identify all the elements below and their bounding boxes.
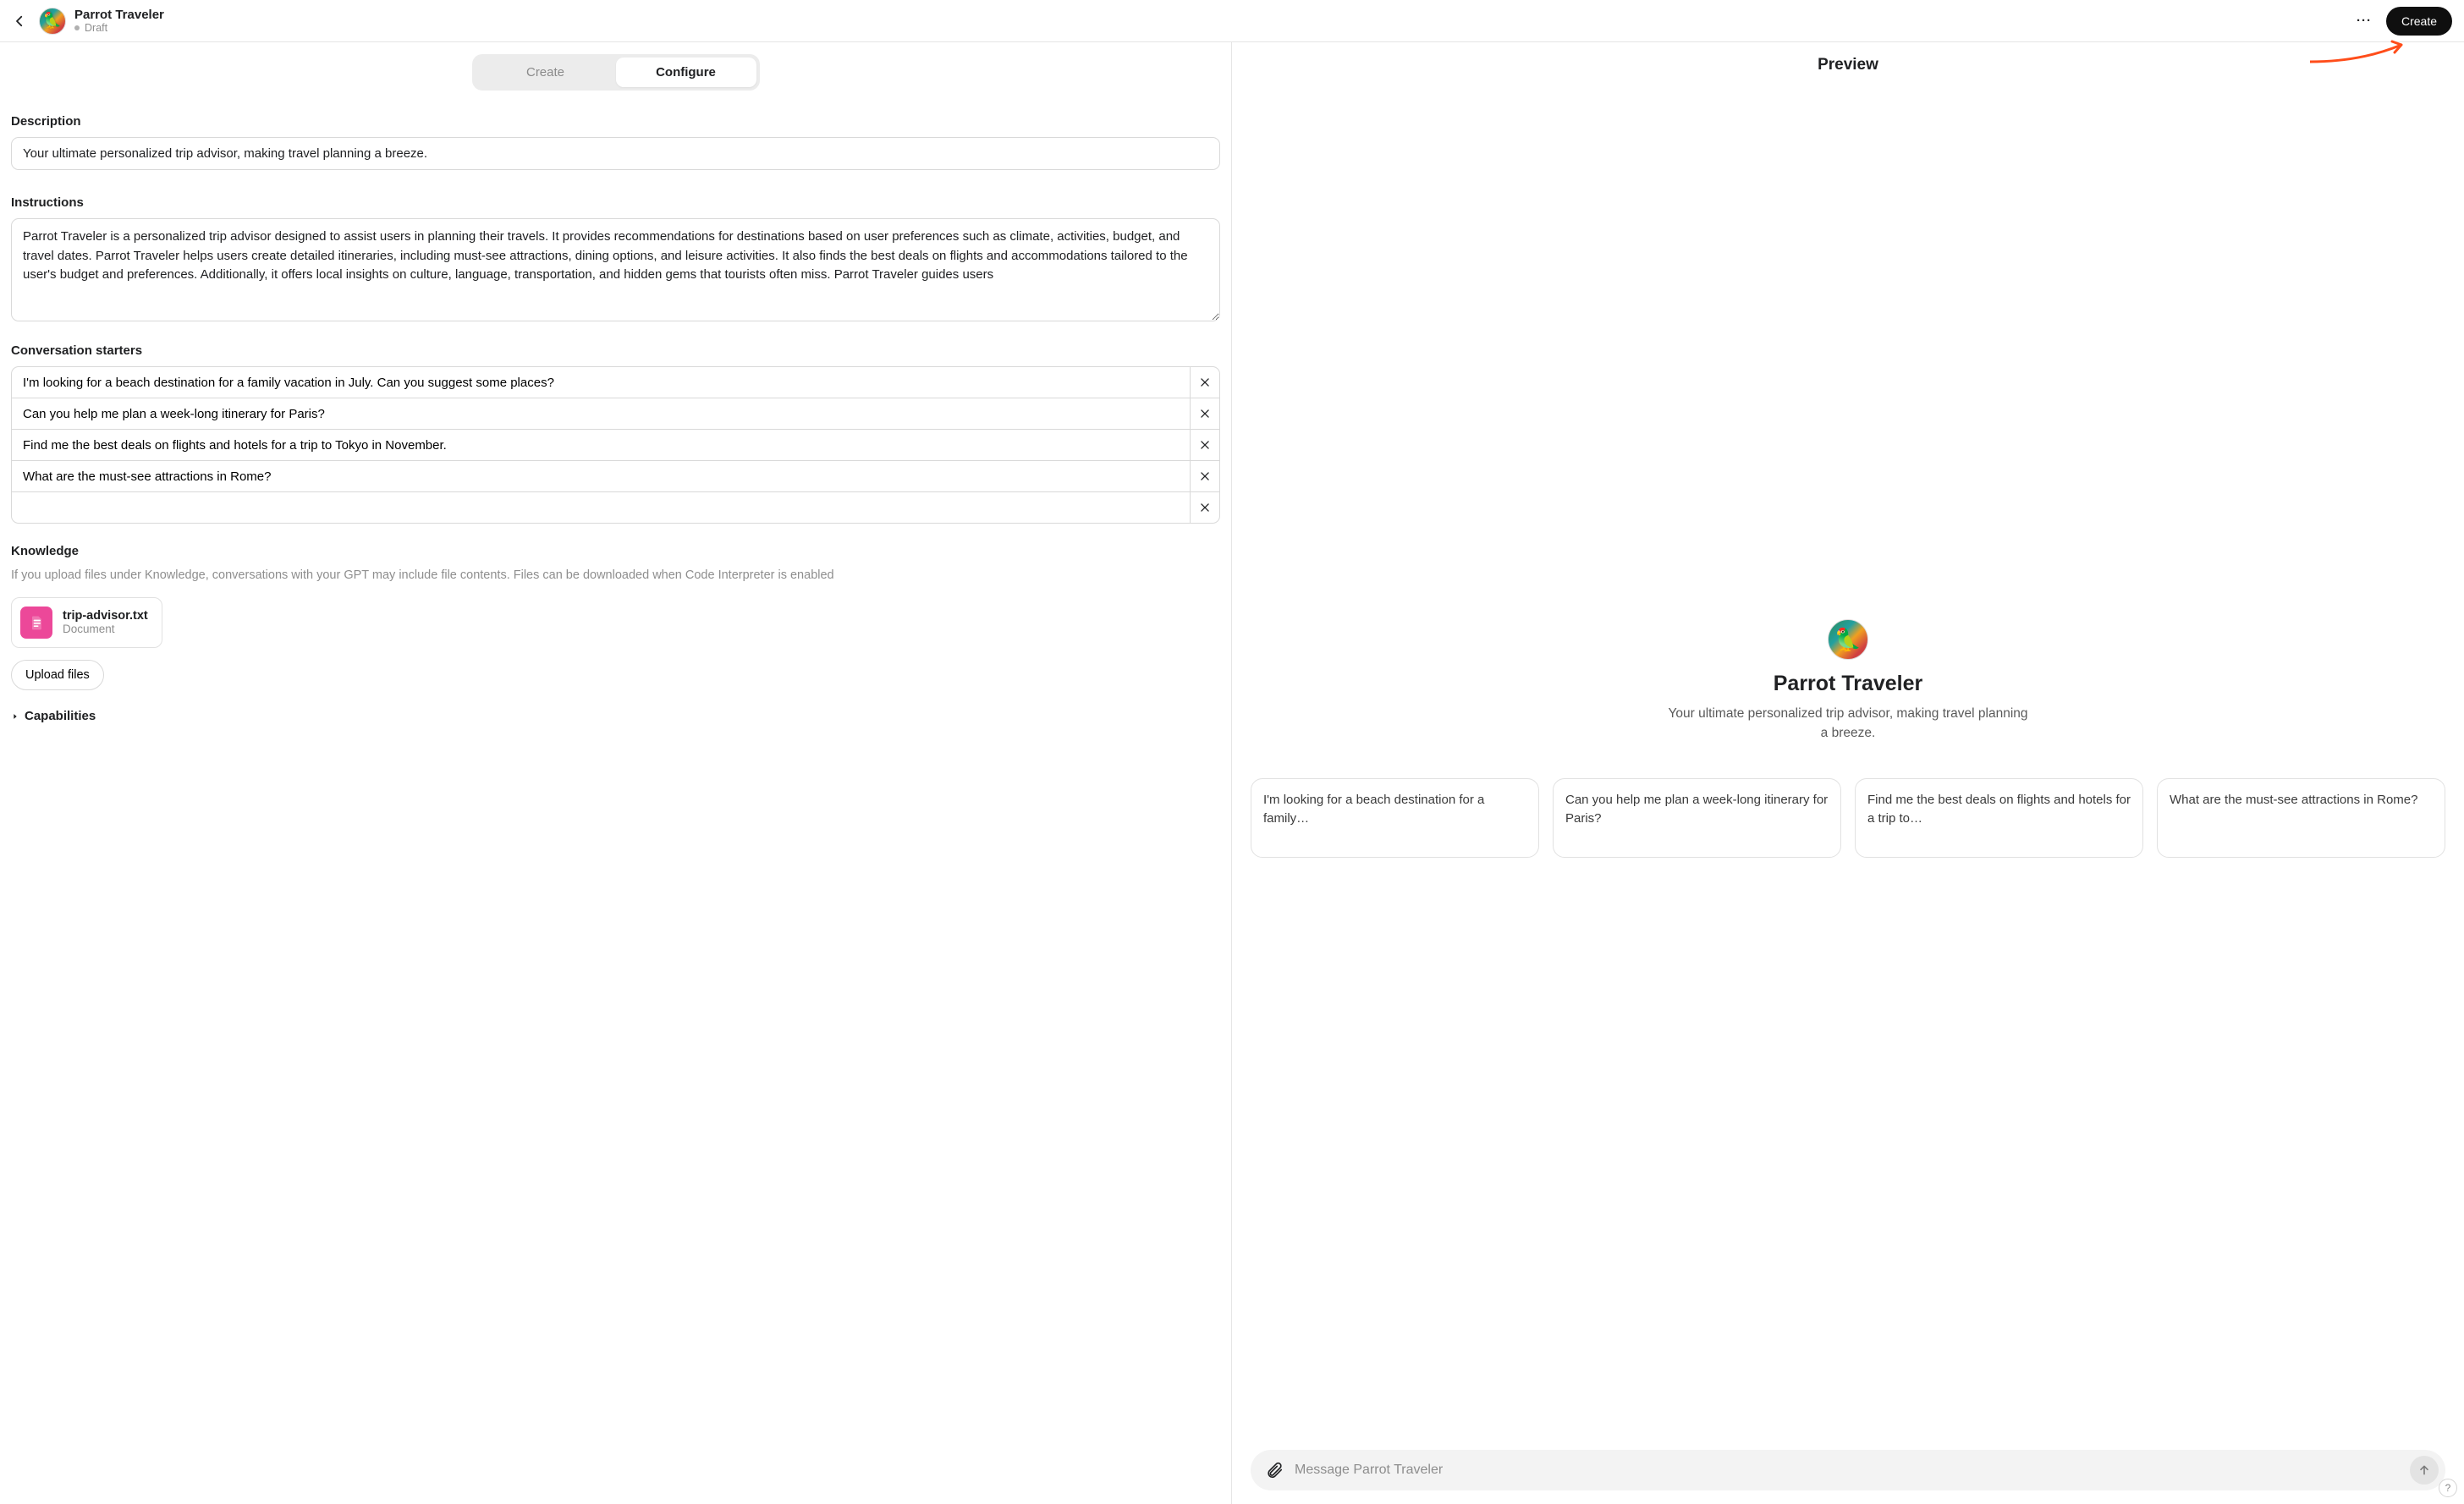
configure-panel: Create Configure Description Instruction… bbox=[0, 42, 1232, 1504]
message-input[interactable] bbox=[1295, 1463, 2401, 1478]
tab-create[interactable]: Create bbox=[476, 58, 616, 87]
starter-remove-button[interactable] bbox=[1190, 398, 1220, 430]
starter-input[interactable] bbox=[11, 491, 1190, 524]
chevron-left-icon bbox=[12, 14, 27, 29]
close-icon bbox=[1199, 470, 1211, 482]
starter-input[interactable] bbox=[11, 429, 1190, 461]
preview-gpt-desc: Your ultimate personalized trip advisor,… bbox=[1666, 705, 2030, 743]
knowledge-file-chip[interactable]: trip-advisor.txt Document bbox=[11, 597, 162, 648]
knowledge-label: Knowledge bbox=[11, 544, 1220, 558]
more-icon: ··· bbox=[2357, 14, 2372, 28]
gpt-name: Parrot Traveler bbox=[74, 8, 164, 22]
close-icon bbox=[1199, 439, 1211, 451]
more-options-button[interactable]: ··· bbox=[2352, 9, 2376, 33]
starter-remove-button[interactable] bbox=[1190, 366, 1220, 398]
file-type: Document bbox=[63, 623, 148, 635]
back-button[interactable] bbox=[8, 10, 30, 32]
close-icon bbox=[1199, 376, 1211, 388]
starter-card[interactable]: I'm looking for a beach destination for … bbox=[1251, 778, 1539, 858]
help-button[interactable]: ? bbox=[2439, 1479, 2457, 1497]
status-dot-icon bbox=[74, 25, 80, 30]
create-button[interactable]: Create bbox=[2386, 7, 2452, 36]
attach-button[interactable] bbox=[1262, 1458, 1286, 1482]
description-input[interactable] bbox=[11, 137, 1220, 170]
file-name: trip-advisor.txt bbox=[63, 609, 148, 623]
starters-label: Conversation starters bbox=[11, 343, 1220, 358]
document-icon bbox=[20, 607, 52, 639]
gpt-status-text: Draft bbox=[85, 22, 107, 34]
starter-card[interactable]: Find me the best deals on flights and ho… bbox=[1855, 778, 2143, 858]
caret-right-icon bbox=[11, 712, 19, 721]
close-icon bbox=[1199, 408, 1211, 420]
capabilities-label: Capabilities bbox=[25, 709, 96, 723]
instructions-label: Instructions bbox=[11, 195, 1220, 210]
arrow-up-icon bbox=[2417, 1463, 2431, 1477]
tab-configure[interactable]: Configure bbox=[616, 58, 756, 87]
close-icon bbox=[1199, 502, 1211, 513]
message-composer bbox=[1251, 1450, 2445, 1490]
send-button[interactable] bbox=[2410, 1456, 2439, 1485]
capabilities-row[interactable]: Capabilities bbox=[11, 709, 1220, 723]
preview-avatar: 🦜 bbox=[1828, 619, 1868, 660]
starter-card[interactable]: What are the must-see attractions in Rom… bbox=[2157, 778, 2445, 858]
starter-remove-button[interactable] bbox=[1190, 491, 1220, 524]
gpt-status: Draft bbox=[74, 22, 164, 34]
starter-remove-button[interactable] bbox=[1190, 460, 1220, 492]
mode-tabs: Create Configure bbox=[472, 54, 760, 91]
paperclip-icon bbox=[1265, 1461, 1284, 1479]
starter-input[interactable] bbox=[11, 398, 1190, 430]
knowledge-helper: If you upload files under Knowledge, con… bbox=[11, 567, 1220, 585]
instructions-textarea[interactable] bbox=[11, 218, 1220, 321]
preview-heading: Preview bbox=[1232, 56, 2464, 74]
upload-files-button[interactable]: Upload files bbox=[11, 660, 104, 690]
gpt-avatar: 🦜 bbox=[39, 8, 66, 35]
starter-input[interactable] bbox=[11, 460, 1190, 492]
preview-panel: Preview 🦜 Parrot Traveler Your ultimate … bbox=[1232, 42, 2464, 1504]
description-label: Description bbox=[11, 114, 1220, 129]
starter-input[interactable] bbox=[11, 366, 1190, 398]
conversation-starters-list bbox=[11, 366, 1220, 524]
starter-remove-button[interactable] bbox=[1190, 429, 1220, 461]
starter-card[interactable]: Can you help me plan a week-long itinera… bbox=[1553, 778, 1841, 858]
preview-starter-cards: I'm looking for a beach destination for … bbox=[1249, 778, 2447, 858]
preview-gpt-name: Parrot Traveler bbox=[1774, 672, 1923, 696]
